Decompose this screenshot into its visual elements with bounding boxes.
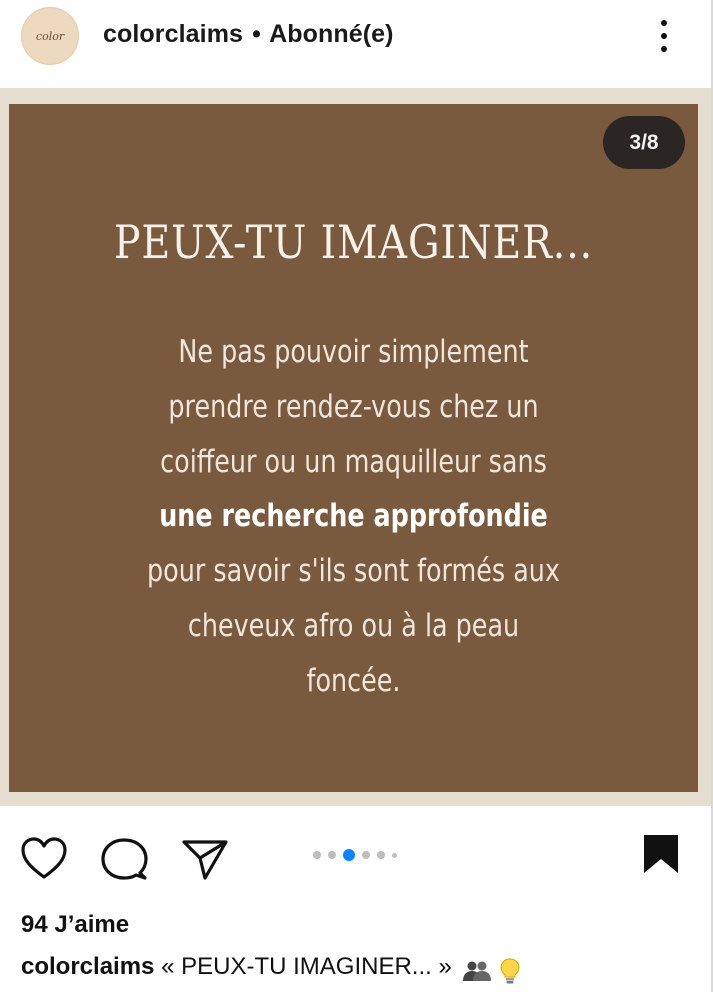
avatar[interactable]: color: [21, 7, 79, 65]
post-title: PEUX-TU IMAGINER...: [113, 215, 594, 269]
carousel-indicator: [313, 848, 397, 862]
post-body-line: Ne pas pouvoir simplement: [178, 334, 529, 370]
caption-text: « PEUX-TU IMAGINER... »: [161, 953, 452, 980]
post-author[interactable]: colorclaims • Abonné(e): [103, 20, 394, 49]
post-caption: colorclaims « PEUX-TU IMAGINER... »: [21, 953, 521, 985]
post-header: color colorclaims • Abonné(e): [0, 0, 713, 88]
carousel-dot: [377, 851, 385, 859]
post-body-line: prendre rendez-vous chez un: [168, 388, 539, 425]
post-body-line-bold: une recherche approfondie: [159, 498, 548, 535]
action-bar: [0, 806, 713, 906]
more-dot: [661, 20, 667, 26]
post-body-text: Ne pas pouvoir simplement prendre rendez…: [9, 325, 698, 709]
carousel-dot: [362, 851, 370, 859]
separator-dot: •: [252, 20, 261, 48]
send-icon[interactable]: [181, 836, 229, 887]
more-options-icon[interactable]: [648, 16, 680, 56]
post-body-line: coiffeur ou un maquilleur sans: [160, 443, 547, 480]
more-dot: [661, 33, 667, 39]
comment-icon[interactable]: [100, 836, 148, 887]
carousel-dot: [328, 851, 336, 859]
username-link[interactable]: colorclaims: [103, 20, 243, 48]
post-body-line: foncée.: [306, 662, 401, 699]
carousel-dot: [313, 851, 321, 859]
avatar-logo-text: color: [35, 29, 65, 43]
bookmark-icon[interactable]: [641, 832, 681, 881]
carousel-dot-active: [343, 849, 355, 861]
caption-username[interactable]: colorclaims: [21, 953, 154, 980]
emoji-group: [462, 956, 521, 985]
lightbulb-icon: [500, 958, 520, 984]
carousel-dot: [392, 852, 397, 858]
more-dot: [661, 46, 667, 52]
post-body-line: cheveux afro ou à la peau: [187, 607, 520, 644]
carousel-counter: 3/8: [603, 116, 685, 169]
people-icon: [463, 961, 492, 981]
heart-icon[interactable]: [20, 836, 68, 885]
post-body-line: pour savoir s'ils sont formés aux: [147, 553, 560, 590]
follow-status[interactable]: Abonné(e): [269, 20, 394, 48]
likes-count[interactable]: 94 J’aime: [21, 911, 129, 939]
